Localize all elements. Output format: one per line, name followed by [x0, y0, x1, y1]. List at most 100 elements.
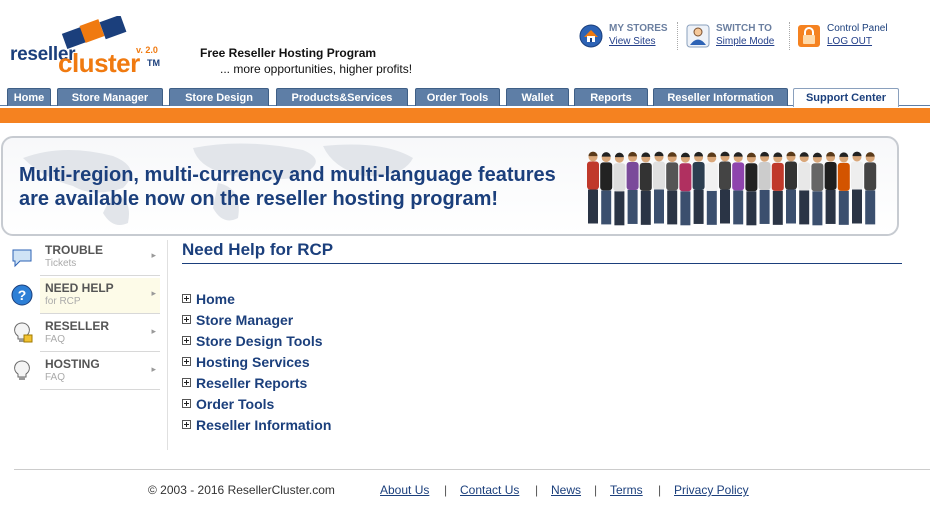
logout-link[interactable]: LOG OUT: [827, 36, 872, 47]
logo-version: v. 2.0: [136, 45, 158, 55]
help-topic-store-manager-link[interactable]: Store Manager: [196, 312, 293, 328]
program-subtitle: ... more opportunities, higher profits!: [220, 62, 413, 76]
help-topic-home-link[interactable]: Home: [196, 291, 235, 307]
terms-link[interactable]: Terms: [610, 483, 643, 497]
person-figure: [811, 152, 824, 226]
switch-to-label: SWITCH TO: [716, 23, 772, 34]
tab-home[interactable]: Home: [7, 88, 51, 106]
person-figure: [587, 151, 599, 224]
main-nav-tabs: Home Store Manager Store Design Products…: [0, 86, 930, 107]
help-topic-store-design-tools-link[interactable]: Store Design Tools: [196, 333, 323, 349]
list-item: Store Design Tools: [182, 330, 331, 351]
person-figure: [732, 152, 745, 225]
person-figure: [785, 151, 797, 224]
tab-store-design[interactable]: Store Design: [169, 88, 269, 106]
list-item: Hosting Services: [182, 351, 331, 372]
logo-word-cluster: cluster: [58, 48, 140, 78]
person-figure: [600, 152, 613, 225]
person-figure: [626, 151, 639, 224]
list-item: Store Manager: [182, 309, 331, 330]
expand-plus-icon[interactable]: [182, 378, 191, 387]
quick-divider: [789, 22, 790, 50]
person-figure: [798, 152, 811, 225]
sidebar-item-hosting-faq[interactable]: HOSTING FAQ ▸: [8, 354, 160, 392]
expand-plus-icon[interactable]: [182, 399, 191, 408]
sidebar-item-trouble-tickets[interactable]: TROUBLE Tickets ▸: [8, 240, 160, 278]
help-topic-reseller-information-link[interactable]: Reseller Information: [196, 417, 331, 433]
logo-trademark: TM: [147, 58, 160, 68]
crowd-of-people-image: [587, 151, 877, 226]
news-link[interactable]: News: [551, 483, 581, 497]
sidebar-item-subtitle: FAQ: [45, 334, 66, 345]
sidebar-item-reseller-faq[interactable]: RESELLER FAQ ▸: [8, 316, 160, 354]
expand-plus-icon[interactable]: [182, 336, 191, 345]
sidebar-item-title: NEED HELP: [45, 281, 114, 295]
sidebar-item-subtitle: Tickets: [45, 258, 77, 269]
tab-order-tools[interactable]: Order Tools: [415, 88, 500, 106]
control-panel-block: Control Panel LOG OUT: [797, 22, 888, 52]
person-figure: [758, 151, 771, 224]
home-globe-icon[interactable]: [579, 24, 603, 48]
footer-separator: |: [594, 483, 598, 497]
sidebar-item-subtitle: for RCP: [45, 296, 81, 307]
person-figure: [864, 152, 877, 225]
help-topic-hosting-services-link[interactable]: Hosting Services: [196, 354, 310, 370]
expand-plus-icon[interactable]: [182, 315, 191, 324]
sidebar-item-title: HOSTING: [45, 357, 100, 371]
about-us-link[interactable]: About Us: [380, 483, 429, 497]
brand-logo[interactable]: reseller cluster v. 2.0 TM: [8, 14, 168, 80]
sidebar-item-need-help[interactable]: ? NEED HELP for RCP ▸: [8, 278, 160, 316]
chevron-right-icon: ▸: [151, 288, 156, 298]
sidebar-item-subtitle: FAQ: [45, 372, 66, 383]
list-item: Reseller Reports: [182, 372, 331, 393]
banner-headline-line1: Multi-region, multi-currency and multi-l…: [19, 164, 556, 186]
quick-divider: [677, 22, 678, 50]
support-sidebar: TROUBLE Tickets ▸ ? NEED HELP for RCP ▸ …: [8, 240, 160, 392]
tab-reseller-information[interactable]: Reseller Information: [653, 88, 788, 106]
list-item: Order Tools: [182, 393, 331, 414]
switch-mode-icon[interactable]: [686, 24, 710, 48]
question-icon: ?: [11, 284, 33, 306]
view-sites-link[interactable]: View Sites: [609, 36, 656, 47]
person-figure: [653, 151, 665, 224]
tab-wallet[interactable]: Wallet: [506, 88, 569, 106]
person-figure: [745, 152, 758, 226]
help-topic-reseller-reports-link[interactable]: Reseller Reports: [196, 375, 307, 391]
expand-plus-icon[interactable]: [182, 294, 191, 303]
person-figure: [705, 152, 718, 225]
tab-support-center[interactable]: Support Center: [793, 88, 899, 107]
help-topic-order-tools-link[interactable]: Order Tools: [196, 396, 274, 412]
person-figure: [666, 152, 679, 225]
expand-plus-icon[interactable]: [182, 357, 191, 366]
lightbulb-icon: [14, 322, 33, 343]
help-topic-list: Home Store Manager Store Design Tools Ho…: [182, 288, 331, 435]
sidebar-divider: [167, 240, 168, 450]
chevron-right-icon: ▸: [151, 250, 156, 260]
footer-separator: |: [444, 483, 448, 497]
lock-icon[interactable]: [797, 24, 821, 48]
simple-mode-link[interactable]: Simple Mode: [716, 36, 774, 47]
footer-separator: |: [535, 483, 539, 497]
my-stores-label: MY STORES: [609, 23, 668, 34]
lightbulb-icon: [14, 360, 30, 380]
page-title: Need Help for RCP: [182, 240, 902, 264]
privacy-policy-link[interactable]: Privacy Policy: [674, 483, 749, 497]
control-panel-label[interactable]: Control Panel: [827, 22, 888, 35]
chevron-right-icon: ▸: [151, 364, 156, 374]
svg-text:?: ?: [18, 287, 27, 303]
expand-plus-icon[interactable]: [182, 420, 191, 429]
footer-divider: [14, 469, 930, 470]
copyright-text: © 2003 - 2016 ResellerCluster.com: [148, 483, 335, 497]
tab-products-services[interactable]: Products&Services: [276, 88, 408, 106]
footer-separator: |: [658, 483, 662, 497]
sidebar-item-title: TROUBLE: [45, 243, 103, 257]
tab-reports[interactable]: Reports: [574, 88, 648, 106]
person-figure: [639, 152, 652, 225]
promo-banner: Multi-region, multi-currency and multi-l…: [1, 136, 899, 236]
contact-us-link[interactable]: Contact Us: [460, 483, 519, 497]
my-stores-block: MY STORES View Sites: [579, 22, 668, 52]
person-figure: [679, 152, 692, 226]
switch-mode-block: SWITCH TO Simple Mode: [686, 22, 774, 52]
sidebar-item-title: RESELLER: [45, 319, 110, 333]
tab-store-manager[interactable]: Store Manager: [57, 88, 163, 106]
